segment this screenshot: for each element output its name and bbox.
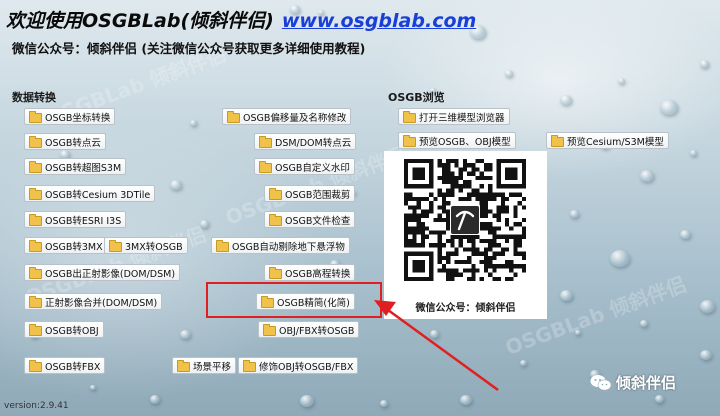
water-drop	[660, 100, 678, 116]
to-obj-button[interactable]: OSGB转OBJ	[24, 321, 104, 338]
folder-icon	[243, 359, 256, 372]
remove-floating-button[interactable]: OSGB自动剔除地下悬浮物	[211, 237, 350, 254]
coord-convert-button[interactable]: OSGB坐标转换	[24, 108, 116, 125]
folder-icon	[216, 239, 229, 252]
page-title: 欢迎使用OSGBLab(倾斜伴侣) www.osgblab.com	[6, 6, 476, 33]
pickaxe-logo-icon	[450, 205, 480, 235]
folder-icon	[177, 359, 190, 372]
scene-pan-button[interactable]: 场景平移	[172, 357, 237, 374]
water-drop	[575, 330, 581, 336]
water-drop	[618, 78, 625, 84]
watermark-button[interactable]: OSGB自定义水印	[254, 158, 355, 175]
water-drop	[610, 250, 630, 267]
folder-icon	[29, 135, 42, 148]
ortho-merge-button[interactable]: 正射影像合并(DOM/DSM)	[24, 293, 163, 310]
website-link[interactable]: www.osgblab.com	[282, 10, 477, 32]
folder-icon	[259, 135, 272, 148]
annotation-arrow	[374, 300, 499, 392]
page-subtitle: 微信公众号：倾斜伴侣 (关注微信公众号获取更多详细使用教程)	[12, 41, 366, 56]
water-drop	[640, 320, 648, 327]
to-pointcloud-button[interactable]: OSGB转点云	[24, 133, 106, 150]
folder-icon	[29, 323, 42, 336]
crop-button[interactable]: OSGB范围裁剪	[264, 185, 356, 202]
folder-icon	[109, 239, 122, 252]
wechat-name: 倾斜伴侣	[616, 374, 677, 392]
to-3mx-button[interactable]: OSGB转3MX	[24, 237, 108, 254]
folder-icon	[403, 134, 416, 147]
folder-icon	[29, 160, 42, 173]
water-drop	[560, 95, 572, 106]
folder-icon	[29, 266, 42, 279]
water-drop	[300, 395, 314, 407]
folder-icon	[29, 239, 42, 252]
to-esri-button[interactable]: OSGB转ESRI I3S	[24, 211, 127, 228]
to-cesium-button[interactable]: OSGB转Cesium 3DTile	[24, 185, 156, 202]
water-drop	[680, 230, 691, 240]
folder-icon	[227, 110, 240, 123]
water-drop	[190, 120, 197, 126]
water-drop	[690, 150, 697, 156]
highlight-box	[206, 282, 382, 318]
preview-cesium-button[interactable]: 预览Cesium/S3M模型	[546, 132, 669, 149]
water-drop	[180, 330, 191, 340]
dsm-to-pointcloud-button[interactable]: DSM/DOM转点云	[254, 133, 357, 150]
elevation-button[interactable]: OSGB高程转换	[264, 264, 356, 281]
folder-icon	[263, 323, 276, 336]
title-text: 欢迎使用OSGBLab(倾斜伴侣)	[6, 10, 274, 32]
wechat-icon	[590, 374, 612, 390]
water-drop	[200, 220, 209, 228]
folder-icon	[29, 359, 42, 372]
water-drop	[90, 385, 96, 391]
3mx-to-osgb-button[interactable]: 3MX转OSGB	[104, 237, 188, 254]
wechat-badge: 倾斜伴侣	[590, 372, 676, 393]
water-drop	[560, 290, 573, 302]
water-drop	[655, 395, 664, 403]
app-window: OSGBLab 倾斜伴侣 OSGBLab 倾斜伴侣 OSGBLab 倾斜伴侣 O…	[0, 0, 720, 416]
fix-obj-button[interactable]: 修饰OBJ转OSGB/FBX	[238, 357, 359, 374]
folder-icon	[269, 187, 282, 200]
water-drop	[700, 350, 712, 361]
water-drop	[505, 70, 513, 77]
check-button[interactable]: OSGB文件检查	[264, 211, 356, 228]
section-title-osgb-browse: OSGB浏览	[388, 91, 445, 104]
folder-icon	[551, 134, 564, 147]
water-drop	[150, 395, 160, 404]
dom-dsm-button[interactable]: OSGB出正射影像(DOM/DSM)	[24, 264, 181, 281]
water-drop	[640, 170, 654, 182]
offset-rename-button[interactable]: OSGB偏移量及名称修改	[222, 108, 352, 125]
water-drop	[700, 300, 715, 313]
obj-fbx-to-osgb-button[interactable]: OBJ/FBX转OSGB	[258, 321, 360, 338]
folder-icon	[29, 213, 42, 226]
folder-icon	[403, 110, 416, 123]
section-title-data-convert: 数据转换	[12, 91, 56, 104]
water-drop	[570, 210, 579, 218]
folder-icon	[29, 187, 42, 200]
folder-icon	[29, 295, 42, 308]
folder-icon	[269, 213, 282, 226]
folder-icon	[259, 160, 272, 173]
preview-osgb-button[interactable]: 预览OSGB、OBJ模型	[398, 132, 516, 149]
water-drop	[170, 180, 182, 191]
version-label: version:2.9.41	[4, 401, 69, 411]
open-browser-button[interactable]: 打开三维模型浏览器	[398, 108, 510, 125]
water-drop	[700, 60, 709, 68]
to-fbx-button[interactable]: OSGB转FBX	[24, 357, 106, 374]
folder-icon	[269, 266, 282, 279]
folder-icon	[29, 110, 42, 123]
to-s3m-button[interactable]: OSGB转超图S3M	[24, 158, 127, 175]
